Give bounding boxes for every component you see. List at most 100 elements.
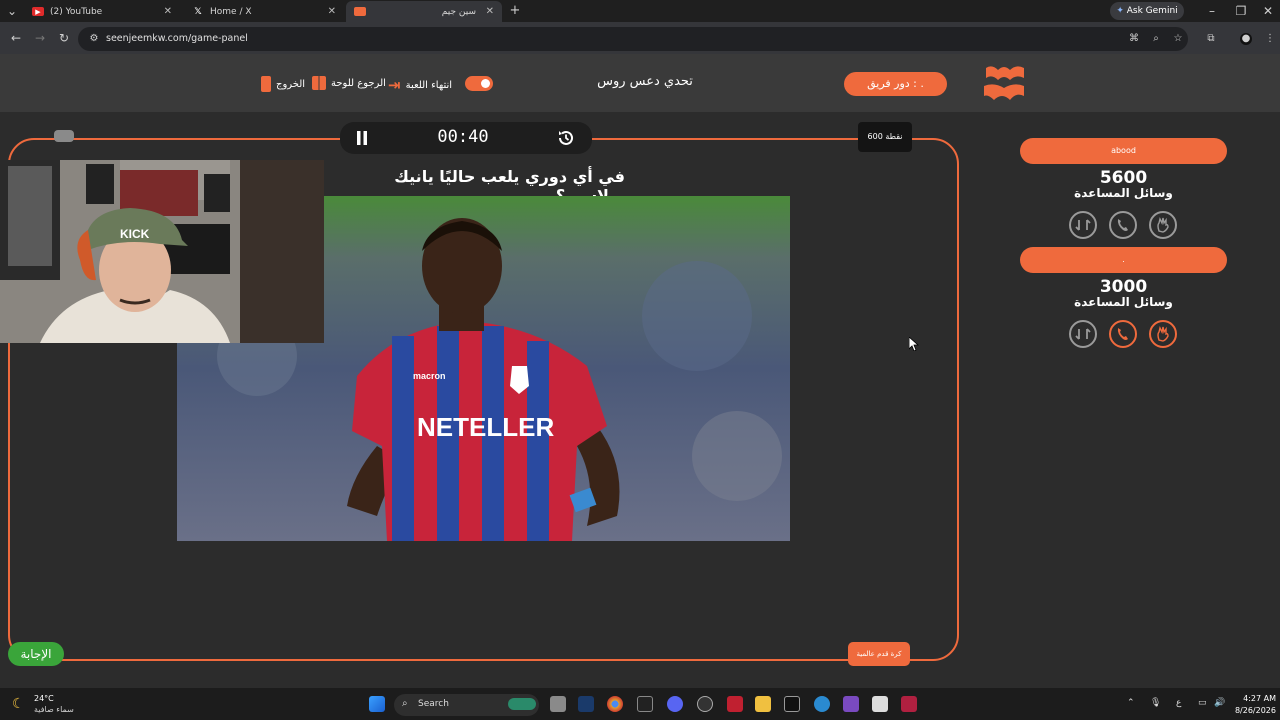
epic-games-icon[interactable] — [637, 696, 653, 712]
clock-app-icon[interactable] — [697, 696, 713, 712]
hand-icon — [1157, 216, 1169, 233]
seen-jeem-logo — [984, 66, 1024, 100]
pause-icon[interactable] — [355, 130, 369, 146]
phone-icon — [1117, 328, 1128, 340]
swap-icon — [1075, 219, 1091, 231]
microphone-icon[interactable]: 🎙 — [1150, 698, 1161, 708]
team-2-swap-aid[interactable] — [1069, 320, 1097, 348]
minimize-icon[interactable]: – — [1204, 3, 1220, 19]
steam-icon[interactable] — [578, 696, 594, 712]
team-1-score: 5600 — [1099, 168, 1148, 188]
store-icon[interactable] — [872, 696, 888, 712]
back-icon[interactable]: ← — [8, 30, 24, 46]
ask-gemini-button[interactable]: ✦ Ask Gemini — [1110, 2, 1184, 20]
exit-button[interactable]: الخروج — [261, 76, 305, 92]
network-icon[interactable]: ▭ — [1198, 698, 1207, 708]
game-header: الخروج الرجوع للوحة ⇥ انتهاء اللعبة تحدي… — [0, 54, 1280, 112]
profile-avatar[interactable]: ● — [1240, 33, 1252, 45]
reload-icon[interactable]: ↻ — [56, 30, 72, 46]
team-1-hand-aid[interactable] — [1149, 211, 1177, 239]
team-1-swap-aid[interactable] — [1069, 211, 1097, 239]
points-badge: 600 نقطة — [858, 122, 912, 152]
edge-icon[interactable] — [814, 696, 830, 712]
team-2-aids-label: وسائل المساعدة — [1074, 295, 1173, 309]
tab-label: (2) YouTube — [50, 6, 103, 17]
chevron-up-icon[interactable]: ⌃ — [1127, 698, 1135, 708]
hand-icon — [1157, 325, 1169, 342]
back-to-board-label: الرجوع للوحة — [331, 77, 386, 89]
tab-search-icon[interactable]: ⌄ — [4, 3, 20, 19]
tab-label: Home / X — [210, 6, 252, 17]
browser-tab-bar: ⌄ ▶ (2) YouTube ✕ 𝕏 Home / X ✕ سين جيم ✕… — [0, 0, 1280, 22]
maximize-icon[interactable]: ❐ — [1233, 3, 1249, 19]
team-1-aids-label: وسائل المساعدة — [1074, 186, 1173, 200]
start-button[interactable] — [369, 696, 385, 712]
app-icon[interactable] — [727, 696, 743, 712]
team-2-phone-aid[interactable] — [1109, 320, 1137, 348]
clock-time[interactable]: 4:27 AM — [1240, 694, 1276, 703]
site-info-icon[interactable]: ⚙ — [88, 33, 100, 45]
seen-jeem-icon — [354, 7, 366, 16]
discord-icon[interactable] — [667, 696, 683, 712]
search-icon: ⌕ — [402, 698, 408, 709]
team-turn-indicator: دور فريق : . — [844, 72, 947, 96]
extensions-icon[interactable]: ⧉ — [1205, 33, 1217, 45]
exit-icon — [261, 76, 271, 92]
file-explorer-icon[interactable] — [755, 696, 771, 712]
url-text[interactable]: seenjeemkw.com/game-panel — [106, 33, 248, 44]
arrow-right-icon: ⇥ — [388, 76, 401, 94]
app-icon[interactable] — [843, 696, 859, 712]
end-game-label: انتهاء اللعبة — [405, 79, 453, 91]
close-icon[interactable]: ✕ — [164, 6, 172, 17]
toggle-switch[interactable] — [465, 76, 493, 91]
jersey-sponsor-text: NETELLER — [417, 412, 554, 442]
team-2-name: . — [1020, 247, 1227, 273]
language-indicator[interactable]: ع — [1176, 698, 1181, 708]
window-close-icon[interactable]: ✕ — [1260, 3, 1276, 19]
swap-icon — [1075, 328, 1091, 340]
tab-label: سين جيم — [441, 6, 476, 17]
ask-gemini-label: Ask Gemini — [1126, 6, 1178, 16]
end-game-button[interactable]: ⇥ انتهاء اللعبة — [388, 76, 452, 94]
tab-youtube[interactable]: ▶ (2) YouTube ✕ — [24, 1, 180, 22]
obs-icon[interactable] — [784, 696, 800, 712]
app-icon[interactable] — [901, 696, 917, 712]
cap-logo-text: KICK — [120, 227, 150, 241]
mouse-cursor-icon — [909, 337, 919, 351]
webcam-feed: KICK — [0, 160, 324, 343]
menu-icon[interactable]: ⋮ — [1264, 33, 1276, 45]
restart-timer-icon[interactable] — [556, 128, 576, 148]
close-icon[interactable]: ✕ — [486, 6, 494, 17]
zoom-icon[interactable]: ⌕ — [1150, 33, 1162, 45]
team-1-phone-aid[interactable] — [1109, 211, 1137, 239]
tab-seen-jeem[interactable]: سين جيم ✕ — [346, 1, 502, 22]
close-icon[interactable]: ✕ — [328, 6, 336, 17]
youtube-icon: ▶ — [32, 7, 44, 16]
gemini-icon: ✦ — [1116, 6, 1124, 16]
moon-weather-icon: ☾ — [12, 696, 25, 712]
chrome-icon[interactable] — [607, 696, 623, 712]
team-2-hand-aid[interactable] — [1149, 320, 1177, 348]
weather-description[interactable]: سماء صافية — [34, 705, 74, 714]
answer-button[interactable]: الإجابة — [8, 642, 64, 666]
weather-temperature[interactable]: 24°C — [34, 694, 54, 703]
back-to-board-button[interactable]: الرجوع للوحة — [312, 76, 386, 90]
grid-icon — [312, 76, 326, 90]
timer-display: 00:40 — [437, 127, 489, 147]
clock-date[interactable]: 8/26/2026 — [1230, 706, 1276, 715]
translate-icon[interactable]: ⌘ — [1128, 33, 1140, 45]
x-logo-icon: 𝕏 — [194, 6, 202, 17]
streamer-webcam: KICK — [0, 160, 324, 343]
phone-icon — [1117, 219, 1128, 231]
forward-icon[interactable]: → — [32, 30, 48, 46]
new-tab-button[interactable]: + — [507, 3, 523, 19]
team-2-score: 3000 — [1099, 277, 1148, 297]
volume-icon[interactable]: 🔊 — [1214, 698, 1225, 708]
task-view-icon[interactable] — [550, 696, 566, 712]
team-1-name: abood — [1020, 138, 1227, 164]
category-hint-button[interactable]: كرة قدم عالمية — [848, 642, 910, 666]
tab-x[interactable]: 𝕏 Home / X ✕ — [184, 1, 344, 22]
game-panel-page: الخروج الرجوع للوحة ⇥ انتهاء اللعبة تحدي… — [0, 54, 1280, 688]
bookmark-star-icon[interactable]: ☆ — [1172, 33, 1184, 45]
camera-badge — [54, 130, 74, 142]
